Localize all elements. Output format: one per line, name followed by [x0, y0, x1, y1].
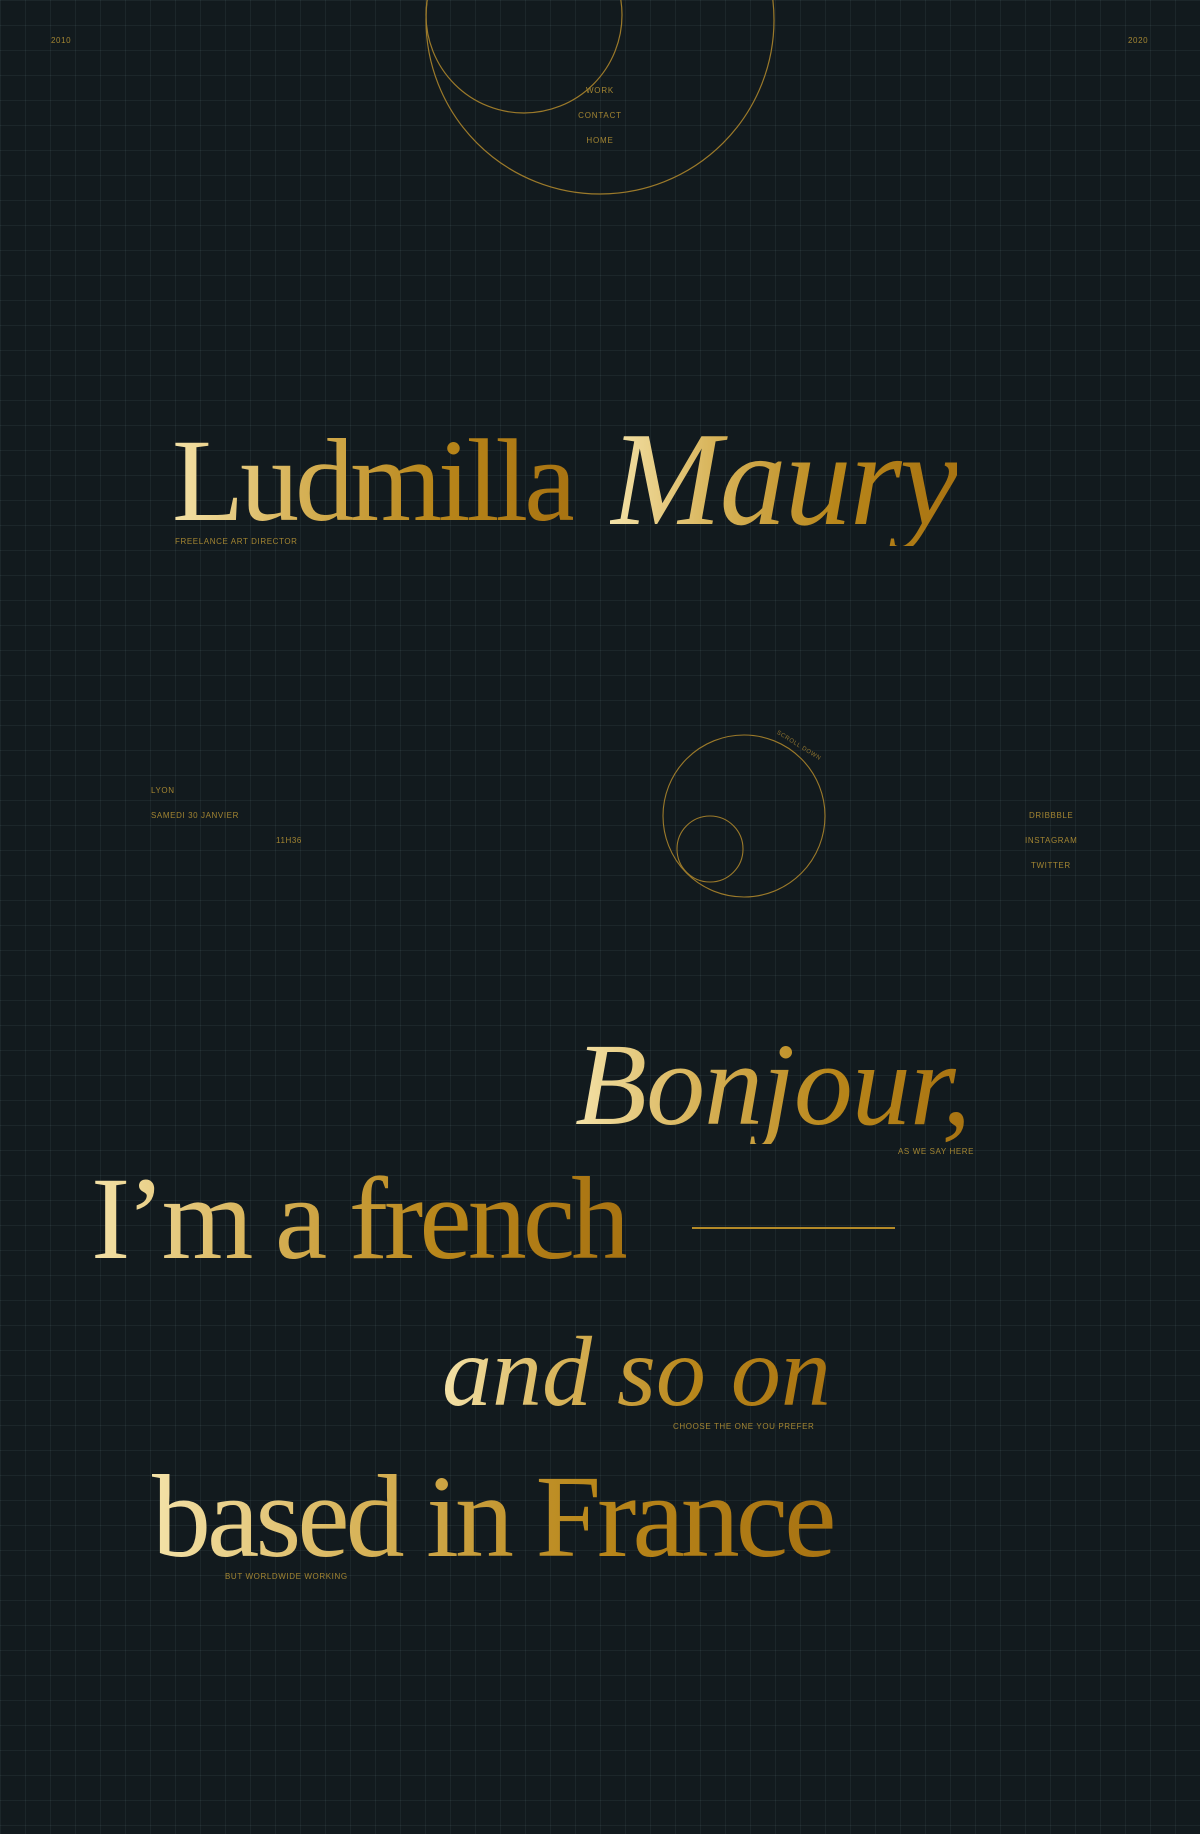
- intro-greeting: Bonjour,: [575, 1019, 971, 1150]
- social-dribbble-link[interactable]: DRIBBBLE: [1029, 811, 1073, 820]
- nav-work-link[interactable]: WORK: [586, 86, 614, 95]
- hero-last-name: Maury: [610, 405, 959, 553]
- intro-line2-note: CHOOSE THE ONE YOU PREFER: [673, 1422, 815, 1431]
- info-date: SAMEDI 30 JANVIER: [151, 811, 240, 820]
- intro-line3-note: BUT WORLDWIDE WORKING: [225, 1572, 348, 1581]
- hero-first-name: Ludmilla: [172, 415, 577, 546]
- info-city: LYON: [151, 786, 175, 795]
- info-time: 11H36: [276, 836, 302, 845]
- intro-greeting-note: AS WE SAY HERE: [898, 1147, 975, 1156]
- hero-role: FREELANCE ART DIRECTOR: [175, 537, 298, 546]
- intro-line1: I’m a french: [91, 1153, 630, 1284]
- intro-dash-line: [692, 1227, 895, 1229]
- intro-line2: and so on: [442, 1316, 831, 1427]
- nav-home-link[interactable]: HOME: [586, 136, 613, 145]
- social-instagram-link[interactable]: INSTAGRAM: [1025, 836, 1077, 845]
- nav-contact-link[interactable]: CONTACT: [578, 111, 622, 120]
- scroll-down-circle[interactable]: [645, 715, 845, 915]
- top-circles-decoration: [425, 0, 775, 195]
- social-twitter-link[interactable]: TWITTER: [1031, 861, 1071, 870]
- intro-line3: based in France: [152, 1451, 836, 1582]
